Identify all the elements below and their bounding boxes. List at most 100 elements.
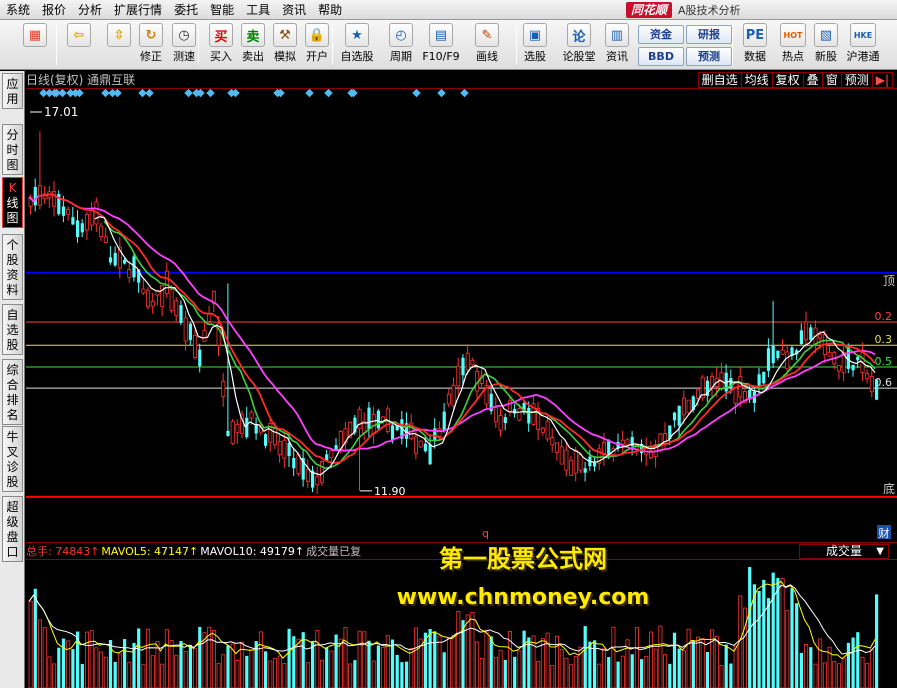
volume-bar [99, 651, 104, 688]
sidebar-tab-char: 牛 [6, 430, 19, 444]
candle-body [235, 423, 240, 434]
volume-bar [860, 656, 865, 688]
sidebar-tab-1[interactable]: 分时图 [2, 124, 23, 175]
toolbar-small-button-1[interactable]: BBD [638, 47, 684, 66]
toolbar-button-6[interactable]: 卖卖出 [236, 23, 270, 69]
sidebar-tab-2[interactable]: K线图 [2, 177, 23, 228]
menu-2[interactable]: 分析 [72, 0, 108, 20]
volume-bar [268, 660, 273, 688]
sidebar-tab-6[interactable]: 牛叉诊股 [2, 426, 23, 492]
toolbar-button-19[interactable]: HKE 沪港通 [846, 23, 880, 69]
volume-chart[interactable] [26, 561, 897, 688]
menu-6[interactable]: 工具 [240, 0, 276, 20]
candle-body [517, 408, 522, 421]
toolbar-button-1[interactable]: ⇦ [62, 23, 96, 69]
volume-bar [456, 611, 461, 688]
volume-bar [762, 579, 766, 688]
sidebar-tab-4[interactable]: 自选股 [2, 304, 23, 355]
toolbar-button-14[interactable]: 论论股堂 [562, 23, 596, 69]
sidebar-tab-char: 合 [6, 378, 19, 392]
chart-toolbox-6[interactable]: ▶| [873, 73, 892, 87]
volume-bar [700, 638, 705, 688]
sidebar-tab-3[interactable]: 个股资料 [2, 234, 23, 300]
volume-bar [89, 630, 94, 688]
news-icon: ▥ [605, 23, 629, 47]
volume-bar [211, 630, 216, 688]
toolbar-button-17[interactable]: HOT 热点 [776, 23, 810, 69]
lun-icon: 论 [567, 23, 591, 47]
sidebar-tab-5[interactable]: 综合排名 [2, 359, 23, 425]
candle-body [865, 373, 870, 379]
candle-body [451, 384, 456, 407]
toolbar-label-13: 选股 [524, 50, 546, 63]
toolbar-button-11[interactable]: ▤ F10/F9 [422, 23, 460, 69]
toolbar-button-13[interactable]: ▣ 选股 [518, 23, 552, 69]
toolbar-button-0[interactable]: ▦ [18, 23, 52, 69]
candle-body [681, 397, 686, 416]
toolbar-button-16[interactable]: PE 数据 [738, 23, 772, 69]
toolbar-button-7[interactable]: ⚒ 模拟 [268, 23, 302, 69]
chart-toolbox-2[interactable]: 复权 [773, 73, 804, 87]
candle-body [733, 381, 738, 404]
toolbar-button-2[interactable]: ⇳ [102, 23, 136, 69]
period-clock-icon: ◴ [389, 23, 413, 47]
candle-body [804, 321, 809, 341]
candle-body [66, 209, 71, 215]
toolbar-button-15[interactable]: ▥ 资讯 [600, 23, 634, 69]
menu-1[interactable]: 报价 [36, 0, 72, 20]
volume-bar [183, 651, 188, 688]
sidebar-tab-char: 线 [6, 196, 19, 210]
chart-title: 日线(复权) 通鼎互联 [26, 73, 136, 87]
menu-7[interactable]: 资讯 [276, 0, 312, 20]
sidebar-tab-0[interactable]: 应用 [2, 73, 23, 109]
chart-toolbox-0[interactable]: 删自选 [699, 73, 742, 87]
menu-4[interactable]: 委托 [168, 0, 204, 20]
menu-8[interactable]: 帮助 [312, 0, 348, 20]
candle-body [583, 468, 587, 473]
menu-0[interactable]: 系统 [0, 0, 36, 20]
volume-bar [33, 588, 37, 688]
menu-5[interactable]: 智能 [204, 0, 240, 20]
toolbar-button-8[interactable]: 🔒 开户 [300, 23, 334, 69]
candle-body [113, 252, 117, 266]
toolbar-button-3[interactable]: ↻ 修正 [134, 23, 168, 69]
menu-3[interactable]: 扩展行情 [108, 0, 168, 20]
finance-label: 财 [879, 526, 890, 540]
sidebar-tab-7[interactable]: 超级盘口 [2, 496, 23, 562]
chart-toolbox-1[interactable]: 均线 [742, 73, 773, 87]
toolbar-button-10[interactable]: ◴ 周期 [384, 23, 418, 69]
candle-body [456, 365, 461, 387]
toolbar-small-button-2[interactable]: 研报 [686, 25, 732, 44]
toolbar-small-button-0[interactable]: 资金 [638, 25, 684, 44]
chart-toolbox-3[interactable]: 叠 [804, 73, 823, 87]
signal-diamond [305, 89, 314, 98]
candle-body [799, 330, 803, 345]
volume-bar [264, 651, 268, 688]
toolbar-button-12[interactable]: ✎ 画线 [470, 23, 504, 69]
chart-toolbox-4[interactable]: 窗 [823, 73, 842, 87]
toolbar-button-5[interactable]: 买买入 [204, 23, 238, 69]
candle-body [305, 469, 310, 483]
sidebar-tab-char: K [8, 181, 17, 195]
sidebar-tab-char: 分 [6, 128, 19, 142]
volume-bar [513, 656, 517, 688]
indicator-selector[interactable]: 成交量 ▼ [799, 544, 889, 559]
signal-diamond [460, 89, 469, 98]
toolbar-label-17: 热点 [782, 50, 804, 63]
volume-bar [150, 655, 155, 688]
toolbar-button-9[interactable]: ★ 自选股 [340, 23, 374, 69]
kline-chart[interactable]: 0.20.30.50.6顶底财17.0111.90q [26, 89, 897, 542]
volume-bar [305, 662, 310, 688]
toolbar-button-4[interactable]: ◷ 测速 [167, 23, 201, 69]
toolbar-small-button-3[interactable]: 预测 [686, 47, 732, 66]
chart-toolbox-5[interactable]: 预测 [842, 73, 873, 87]
signal-diamond [412, 89, 421, 98]
volume-bar [334, 634, 338, 688]
candle-body [513, 408, 517, 414]
toolbar-separator-4 [732, 25, 733, 65]
volume-bar [385, 635, 390, 688]
volume-bar [94, 647, 99, 688]
toolbar-button-18[interactable]: ▧ 新股 [809, 23, 843, 69]
toolbar-label-3: 修正 [140, 50, 162, 63]
volume-bar [52, 663, 57, 688]
